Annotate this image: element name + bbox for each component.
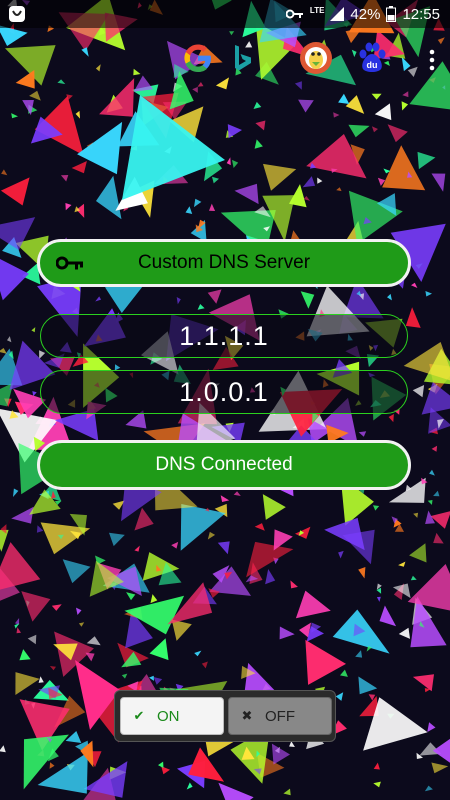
primary-dns-field[interactable]: 1.1.1.1 <box>40 314 408 358</box>
network-type: LTE <box>309 5 325 15</box>
battery-icon <box>386 6 397 22</box>
google-icon[interactable] <box>180 40 216 76</box>
app-notification-icon <box>9 6 25 22</box>
on-off-toggle: ✔ ON ✖ OFF <box>114 690 336 742</box>
vpn-key-icon <box>285 9 303 19</box>
cross-icon: ✖ <box>241 708 253 723</box>
primary-dns-value: 1.1.1.1 <box>179 320 269 351</box>
custom-dns-server-button[interactable]: Custom DNS Server <box>37 239 411 287</box>
clock: 12:55 <box>402 5 440 23</box>
secondary-dns-value: 1.0.0.1 <box>179 376 269 407</box>
check-icon: ✔ <box>133 708 145 723</box>
dns-status-label: DNS Connected <box>155 454 293 475</box>
toggle-off-label: OFF <box>265 707 295 725</box>
battery-percent: 42% <box>350 5 381 23</box>
toggle-on-button[interactable]: ✔ ON <box>120 697 224 735</box>
dns-status-button[interactable]: DNS Connected <box>37 440 411 490</box>
duckduckgo-icon[interactable] <box>298 40 334 76</box>
toggle-on-label: ON <box>157 707 180 725</box>
key-icon <box>56 256 83 270</box>
signal-icon <box>330 7 345 21</box>
bing-icon[interactable] <box>224 40 260 76</box>
baidu-icon[interactable]: du <box>354 40 390 76</box>
baidu-icon-text: du <box>367 60 378 70</box>
more-options-icon[interactable] <box>428 48 436 72</box>
toggle-off-button[interactable]: ✖ OFF <box>228 697 332 735</box>
status-bar: LTE 42% 12:55 <box>0 0 450 28</box>
custom-dns-server-label: Custom DNS Server <box>137 252 311 273</box>
secondary-dns-field[interactable]: 1.0.0.1 <box>40 370 408 414</box>
